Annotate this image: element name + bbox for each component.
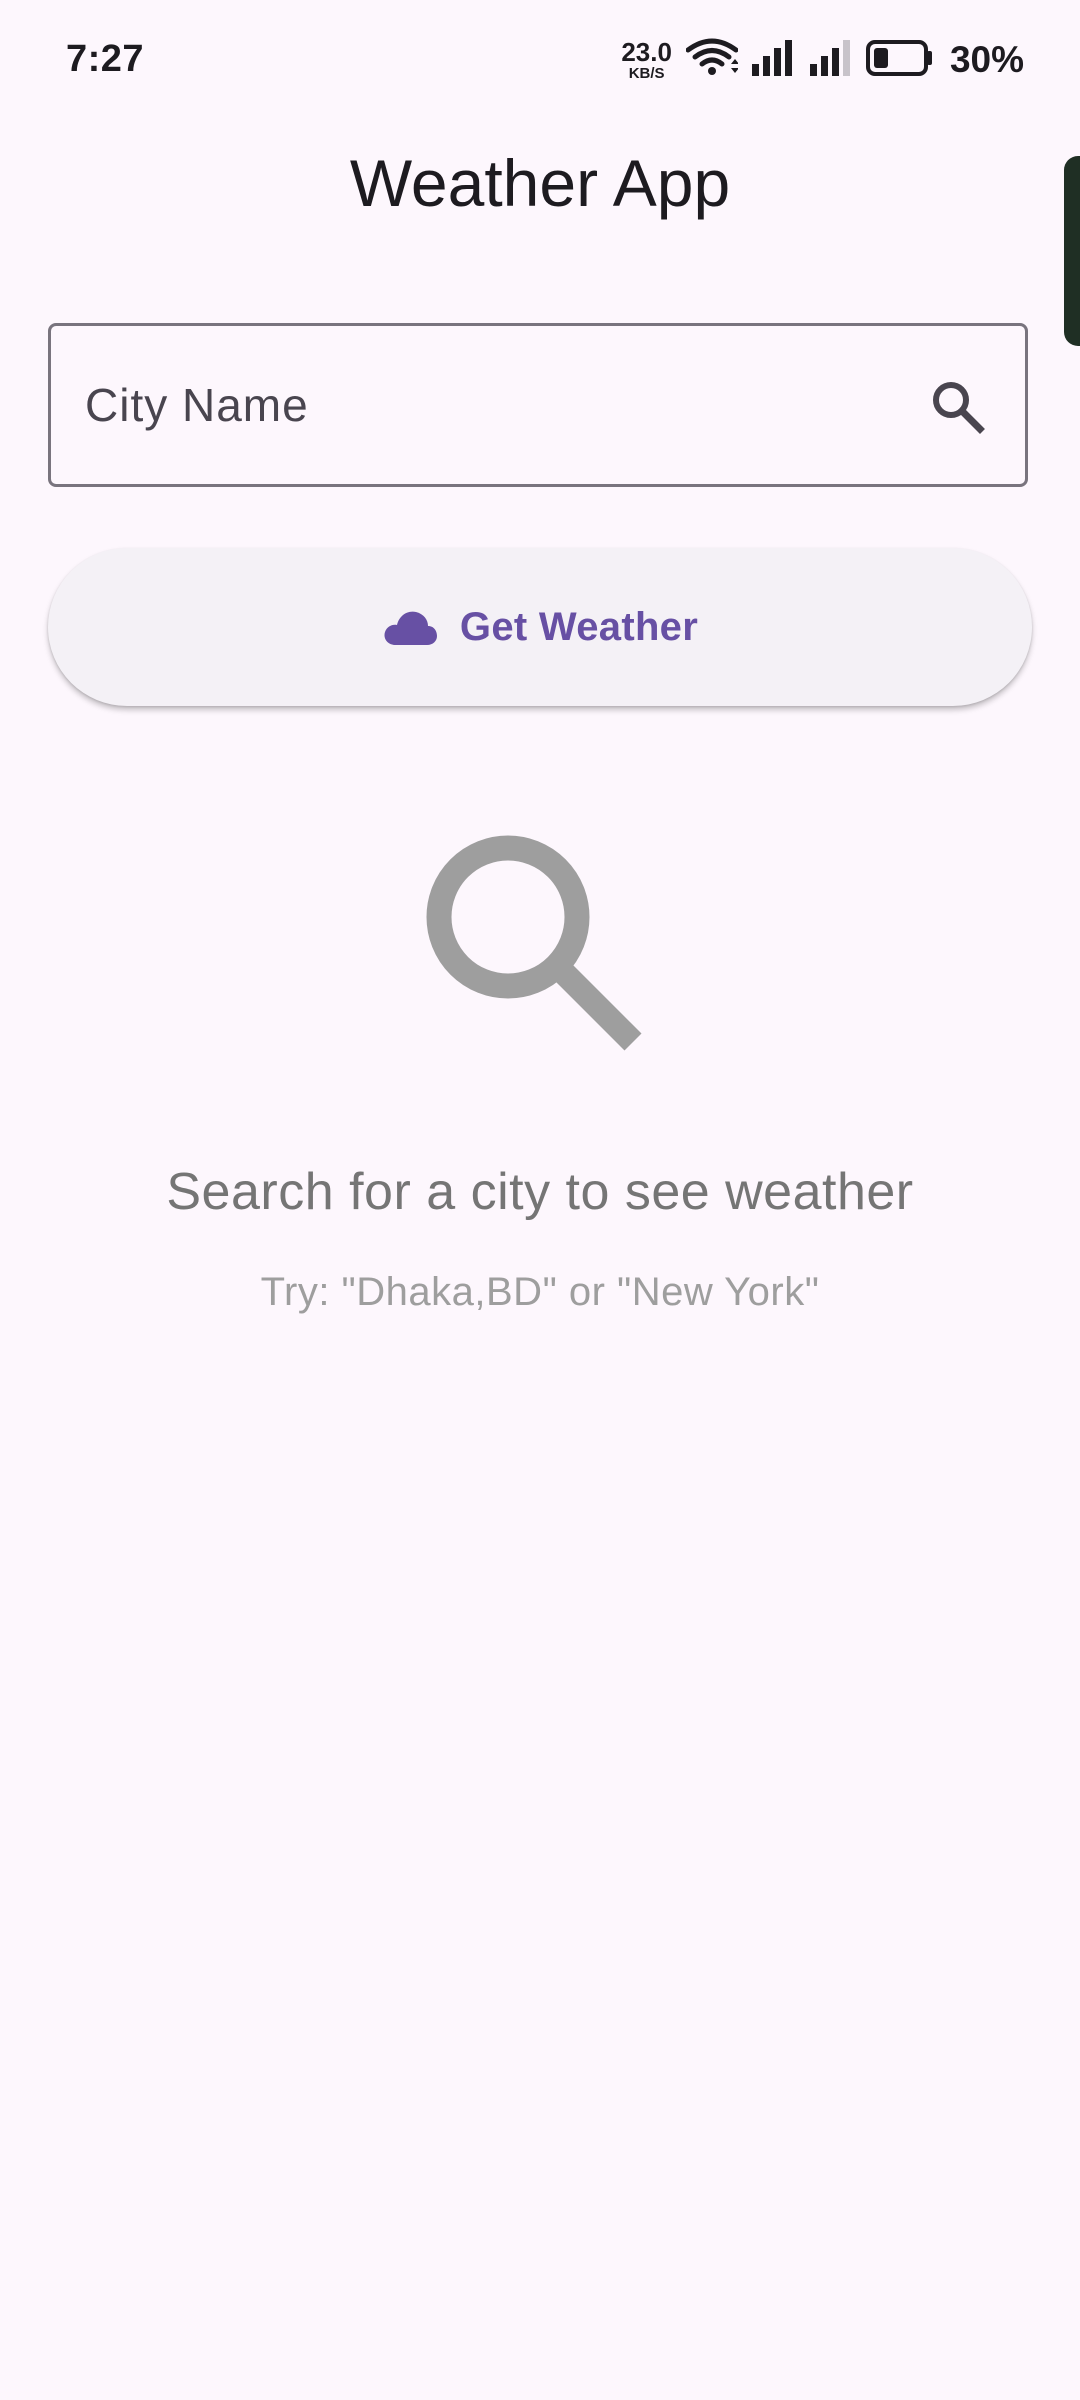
signal-icon (808, 38, 854, 83)
get-weather-button[interactable]: Get Weather (48, 548, 1032, 706)
network-speed-value: 23.0 (621, 37, 672, 67)
get-weather-label: Get Weather (459, 604, 699, 649)
network-speed-unit: KB/S (628, 65, 665, 82)
wifi-icon (685, 38, 739, 83)
status-icons: 23.0 KB/S 30% (621, 36, 1024, 84)
empty-state-title: Search for a city to see weather (166, 1163, 914, 1221)
signal-icon (750, 38, 796, 83)
city-name-input[interactable] (85, 326, 905, 484)
city-search-field[interactable] (48, 323, 1028, 487)
network-speed: 23.0 KB/S (621, 39, 672, 81)
cloud-icon (382, 607, 438, 647)
battery-percent: 30% (949, 39, 1024, 80)
empty-state-hint: Try: "Dhaka,BD" or "New York" (260, 1270, 820, 1314)
search-icon[interactable] (929, 378, 985, 434)
status-time: 7:27 (66, 38, 145, 80)
page-title: Weather App (349, 146, 731, 220)
search-icon (423, 832, 648, 1057)
battery-icon (865, 38, 934, 83)
status-bar: 7:27 23.0 KB/S 30% (0, 0, 1080, 120)
